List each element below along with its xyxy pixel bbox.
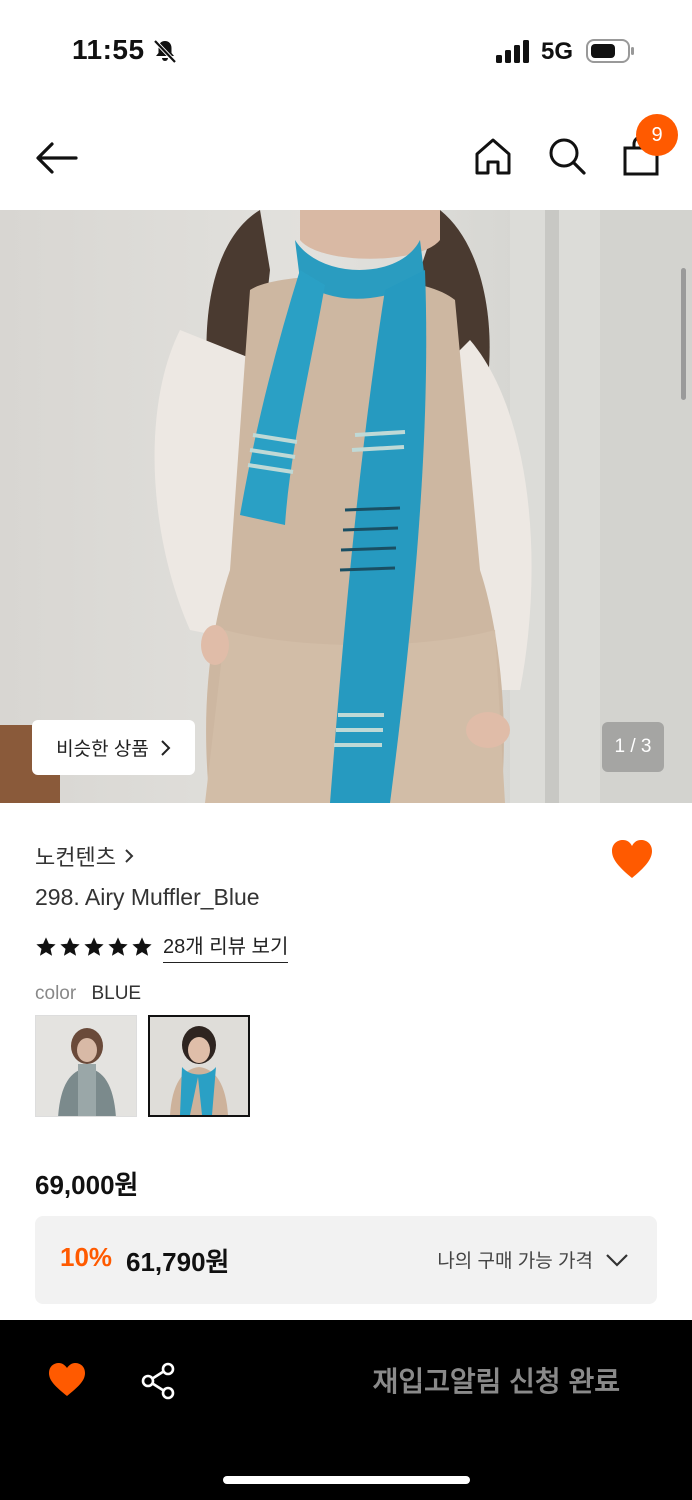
star-icon (60, 936, 80, 956)
status-time: 11:55 (72, 34, 145, 65)
home-indicator[interactable] (223, 1476, 470, 1484)
scroll-thumb[interactable] (681, 268, 686, 400)
rating-stars (35, 936, 153, 958)
brand-name: 노컨텐츠 (35, 845, 116, 870)
similar-products-label: 비슷한 상품 (56, 739, 149, 760)
similar-products-button[interactable]: 비슷한 상품 (32, 720, 195, 775)
share-icon[interactable] (140, 1362, 176, 1400)
color-value: BLUE (91, 983, 142, 1004)
rating-row: 28개 리뷰 보기 (35, 930, 289, 963)
swatch-grey-image (36, 1016, 136, 1116)
search-icon[interactable] (546, 134, 588, 178)
discount-rate: 10% (60, 1242, 113, 1272)
bell-slash-icon (153, 39, 177, 64)
product-photo (0, 210, 692, 803)
product-image[interactable] (0, 210, 692, 803)
battery-icon (586, 39, 634, 63)
color-key: color (35, 983, 77, 1004)
back-arrow-icon[interactable] (30, 136, 82, 180)
color-row: color BLUE (35, 983, 141, 1005)
star-icon (132, 936, 152, 956)
review-link[interactable]: 28개 리뷰 보기 (163, 930, 289, 963)
status-bar: 11:55 5G (0, 0, 692, 100)
product-name: 298. Airy Muffler_Blue (35, 884, 260, 910)
wishlist-heart-icon[interactable] (610, 838, 654, 880)
discount-price-box: 10% 61,790원 나의 구매 가능 가격 (35, 1216, 657, 1304)
star-icon (36, 936, 56, 956)
my-price-label: 나의 구매 가능 가격 (437, 1251, 593, 1272)
restock-alert-button[interactable]: 재입고알림 신청 완료 (330, 1360, 650, 1402)
network-label: 5G (541, 38, 574, 65)
home-icon[interactable] (472, 134, 514, 178)
swatch-blue-image (150, 1017, 248, 1115)
page-indicator: 1 / 3 (602, 722, 664, 772)
chevron-down-icon (606, 1253, 628, 1267)
color-swatch-blue[interactable] (148, 1015, 250, 1117)
original-price: 69,000원 (35, 1170, 139, 1200)
brand-link[interactable]: 노컨텐츠 (35, 840, 134, 872)
wishlist-heart-icon[interactable] (48, 1362, 86, 1398)
discount-price: 61,790원 (126, 1247, 230, 1277)
star-icon (108, 936, 128, 956)
signal-icon (496, 40, 529, 63)
chevron-right-icon (161, 739, 171, 756)
top-nav (0, 100, 692, 210)
my-price-toggle[interactable]: 나의 구매 가능 가격 (437, 1246, 629, 1273)
chevron-right-icon (125, 849, 134, 863)
star-icon (84, 936, 104, 956)
color-swatch-grey[interactable] (35, 1015, 137, 1117)
bottom-action-bar: 재입고알림 신청 완료 (0, 1320, 692, 1500)
cart-count-badge[interactable]: 9 (636, 114, 678, 156)
